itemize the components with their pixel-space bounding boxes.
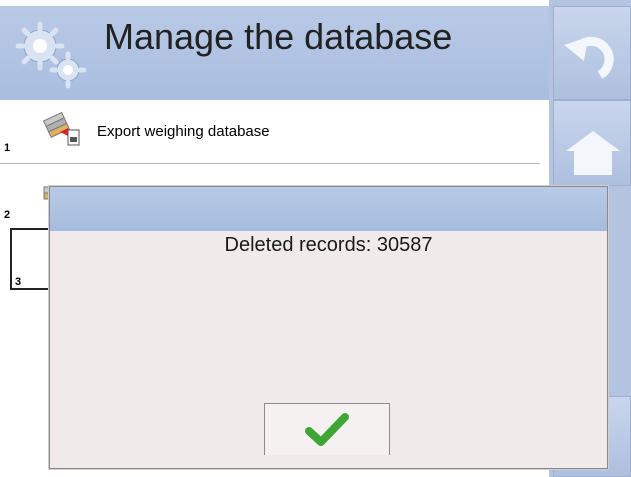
list-item-number: 1 [4,142,11,154]
undo-icon [564,36,614,79]
export-database-icon [42,111,80,146]
checkmark-icon [305,413,349,446]
list-item-number: 3 [15,276,22,288]
home-button[interactable] [553,100,631,186]
confirm-button[interactable] [264,403,390,455]
message-dialog: Deleted records: 30587 [49,186,608,469]
undo-button[interactable] [553,6,631,100]
header-bar: Manage the database [0,6,549,100]
home-icon [566,131,620,175]
gears-icon [15,21,87,89]
list-item-label: Export weighing database [97,123,270,140]
page-title: Manage the database [104,16,453,57]
list-item-export[interactable]: 1 Export weighing database [0,104,540,164]
dialog-message: Deleted records: 30587 [224,234,433,256]
dialog-header [50,187,607,231]
list-item-number: 2 [4,209,11,221]
